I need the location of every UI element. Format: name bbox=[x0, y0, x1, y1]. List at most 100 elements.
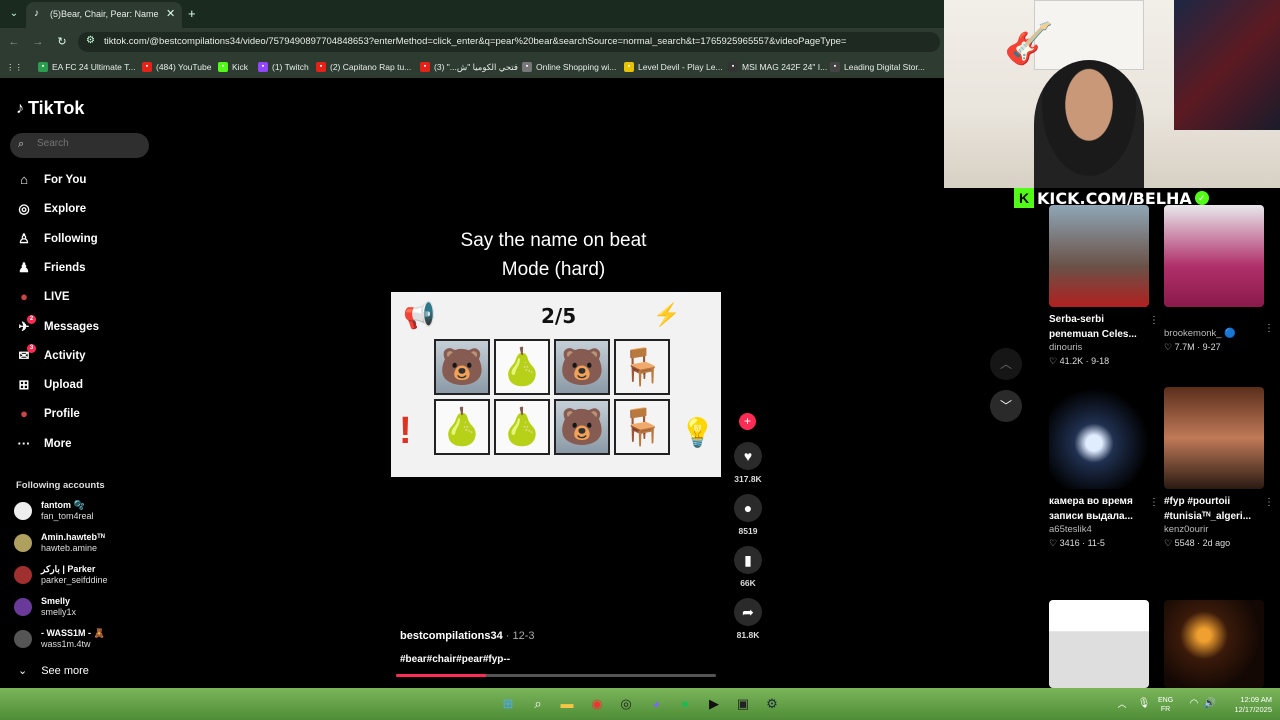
bookmark-2[interactable]: ▪ Kick bbox=[218, 60, 248, 74]
video-author[interactable]: a65teslik4 bbox=[1049, 524, 1159, 535]
youtube-icon: ▪ bbox=[142, 62, 152, 72]
next-video-chevron-down-icon[interactable]: ﹀ bbox=[990, 390, 1022, 422]
bookmark-0[interactable]: ▪ EA FC 24 Ultimate T... bbox=[38, 60, 135, 74]
share-icon[interactable]: ➦ bbox=[734, 598, 762, 626]
bookmark-1[interactable]: ▪ (484) YouTube bbox=[142, 60, 211, 74]
nav-item-following[interactable]: ♙ Following bbox=[16, 228, 97, 250]
clock[interactable]: 12:09 AM 12/17/2025 bbox=[1222, 695, 1272, 715]
video-title[interactable]: камера во время записи выдала... bbox=[1049, 494, 1153, 524]
video-thumbnail[interactable] bbox=[1164, 387, 1264, 489]
nav-item-messages[interactable]: ✈ 2 Messages bbox=[16, 314, 99, 338]
new-tab-icon[interactable]: + bbox=[188, 6, 196, 21]
grid-cell-pear: 🍐 bbox=[434, 399, 490, 455]
messages-icon: ✈ 2 bbox=[16, 314, 36, 335]
nav-item-more[interactable]: ··· More bbox=[16, 433, 72, 455]
search-input[interactable] bbox=[37, 138, 142, 149]
video-thumbnail[interactable] bbox=[1049, 387, 1149, 489]
comment-action[interactable]: ● 8519 bbox=[734, 494, 762, 536]
back-icon[interactable]: ← bbox=[6, 34, 22, 50]
video-author[interactable]: kenz0ourir bbox=[1164, 524, 1274, 535]
following-account[interactable]: fantom 🫧 fan_tom4real bbox=[14, 498, 154, 526]
language-indicator[interactable]: ENG FR bbox=[1158, 696, 1173, 714]
recommended-video[interactable]: brookemonk_ 🔵 ♡ 7.7M · 9-27 ⋮ bbox=[1164, 205, 1274, 353]
bookmark-7[interactable]: ▪ Level Devil - Play Le... bbox=[624, 60, 723, 74]
video-author[interactable]: dinouris bbox=[1049, 342, 1159, 353]
bookmark-8[interactable]: ▪ MSI MAG 242F 24" I... bbox=[728, 60, 827, 74]
bookmark-4[interactable]: ▪ (2) Capitano Rap tu... bbox=[316, 60, 411, 74]
video-thumbnail[interactable] bbox=[1049, 205, 1149, 307]
chrome-icon[interactable]: ◉ bbox=[589, 696, 605, 712]
like-action[interactable]: ♥ 317.8K bbox=[734, 442, 762, 484]
tiktok-logo[interactable]: ♪ TikTok bbox=[16, 98, 84, 119]
url-text[interactable]: tiktok.com/@bestcompilations34/video/757… bbox=[104, 36, 924, 47]
search-box[interactable]: ⌕ bbox=[10, 133, 149, 158]
tab-close-icon[interactable]: ✕ bbox=[166, 7, 175, 20]
video-thumbnail[interactable] bbox=[1164, 205, 1264, 307]
wifi-icon[interactable]: ◠ bbox=[1186, 696, 1202, 712]
more-options-icon[interactable]: ⋮ bbox=[1264, 497, 1274, 508]
recommended-video[interactable] bbox=[1049, 600, 1159, 688]
video-title[interactable]: #fyp #pourtoii #tunisiaᵀᴺ_algeri... bbox=[1164, 494, 1268, 524]
follow-plus-icon[interactable]: + bbox=[739, 413, 756, 430]
share-action[interactable]: ➦ 81.8K bbox=[734, 598, 762, 640]
comment-icon[interactable]: ● bbox=[734, 494, 762, 522]
following-account[interactable]: Amin.hawtebᵀᴺ hawteb.amine bbox=[14, 530, 154, 558]
nav-item-explore[interactable]: ◎ Explore bbox=[16, 198, 86, 220]
tray-chevron-up-icon[interactable]: ︿ bbox=[1114, 696, 1130, 712]
browser-tab-active[interactable]: ♪ (5)Bear, Chair, Pear: Name Gam ✕ bbox=[26, 2, 182, 28]
video-thumbnail[interactable] bbox=[1049, 600, 1149, 688]
video-author[interactable]: bestcompilations34 · 12-3 bbox=[400, 630, 535, 642]
bookmark-6[interactable]: ▪ Online Shopping wi... bbox=[522, 60, 616, 74]
windows-start-icon[interactable]: ⊞ bbox=[500, 696, 516, 712]
url-field[interactable]: ⚙ tiktok.com/@bestcompilations34/video/7… bbox=[78, 32, 940, 52]
recommended-video[interactable]: #fyp #pourtoii #tunisiaᵀᴺ_algeri... kenz0… bbox=[1164, 387, 1274, 549]
video-caption[interactable]: #bear#chair#pear#fyp-- bbox=[400, 654, 510, 665]
author-name[interactable]: bestcompilations34 bbox=[400, 630, 503, 642]
epic-games-icon[interactable]: ▣ bbox=[735, 696, 751, 712]
nav-item-live[interactable]: ● LIVE bbox=[16, 286, 70, 308]
obs-icon[interactable]: ◎ bbox=[618, 696, 634, 712]
video-title[interactable]: Serba-serbi penemuan Celes... bbox=[1049, 312, 1153, 342]
previous-video-chevron-up-icon[interactable]: ︿ bbox=[990, 348, 1022, 380]
more-options-icon[interactable]: ⋮ bbox=[1149, 497, 1159, 508]
video-author[interactable]: brookemonk_ 🔵 bbox=[1164, 328, 1274, 339]
save-action[interactable]: ▮ 66K bbox=[734, 546, 762, 588]
bookmark-3[interactable]: ▪ (1) Twitch bbox=[258, 60, 309, 74]
nav-item-upload[interactable]: ⊞ Upload bbox=[16, 374, 83, 396]
volume-icon[interactable]: 🔊 bbox=[1202, 696, 1218, 712]
recommended-video[interactable] bbox=[1164, 600, 1274, 688]
discord-icon[interactable]: ◕ bbox=[648, 696, 664, 712]
recommended-video[interactable]: камера во время записи выдала... a65tesli… bbox=[1049, 387, 1159, 549]
nav-item-friends[interactable]: ♟ Friends bbox=[16, 257, 85, 279]
video-progress-fill bbox=[396, 674, 486, 677]
nav-item-for-you[interactable]: ⌂ For You bbox=[16, 169, 86, 191]
spotify-icon[interactable]: ● bbox=[677, 696, 693, 712]
app-icon[interactable]: ▶ bbox=[706, 696, 722, 712]
more-options-icon[interactable]: ⋮ bbox=[1149, 315, 1159, 326]
see-more-button[interactable]: ⌄ See more bbox=[18, 664, 89, 678]
site-info-icon[interactable]: ⚙ bbox=[86, 35, 95, 46]
heart-icon[interactable]: ♥ bbox=[734, 442, 762, 470]
following-account[interactable]: باركر | Parker parker_seifddine bbox=[14, 562, 154, 590]
video-progress-bar[interactable] bbox=[396, 674, 716, 677]
recommended-video[interactable]: Serba-serbi penemuan Celes... dinouris ♡ 4… bbox=[1049, 205, 1159, 367]
microphone-icon[interactable]: 🎙 bbox=[1136, 696, 1152, 712]
taskbar-search-icon[interactable]: ⌕ bbox=[530, 696, 546, 712]
steam-icon[interactable]: ⚙ bbox=[764, 696, 780, 712]
bookmark-icon[interactable]: ▮ bbox=[734, 546, 762, 574]
nav-item-profile[interactable]: ● Profile bbox=[16, 403, 80, 425]
following-account[interactable]: Smelly smelly1x bbox=[14, 594, 154, 622]
comment-count: 8519 bbox=[738, 526, 758, 536]
forward-icon[interactable]: → bbox=[30, 34, 46, 50]
tab-list-icon[interactable]: ⌄ bbox=[6, 6, 22, 22]
more-options-icon[interactable]: ⋮ bbox=[1264, 323, 1274, 334]
reload-icon[interactable]: ↻ bbox=[54, 34, 70, 50]
bookmark-5[interactable]: ▪ فتحي الكوميا "ش..." (3) bbox=[420, 60, 518, 74]
file-explorer-icon[interactable]: ▬ bbox=[559, 696, 575, 712]
bookmark-9[interactable]: ▪ Leading Digital Stor... bbox=[830, 60, 925, 74]
following-account[interactable]: - WASS1M - 🧸 wass1m.4tw bbox=[14, 626, 154, 654]
nav-item-activity[interactable]: ✉ 3 Activity bbox=[16, 343, 86, 367]
apps-icon[interactable]: ⋮⋮ bbox=[6, 60, 23, 74]
video-thumbnail[interactable] bbox=[1164, 600, 1264, 688]
video-player[interactable]: 📢 2/5 ⚡ ! 💡 🐻 🍐 🐻 🪑 🍐 🍐 🐻 🪑 bbox=[391, 292, 721, 477]
